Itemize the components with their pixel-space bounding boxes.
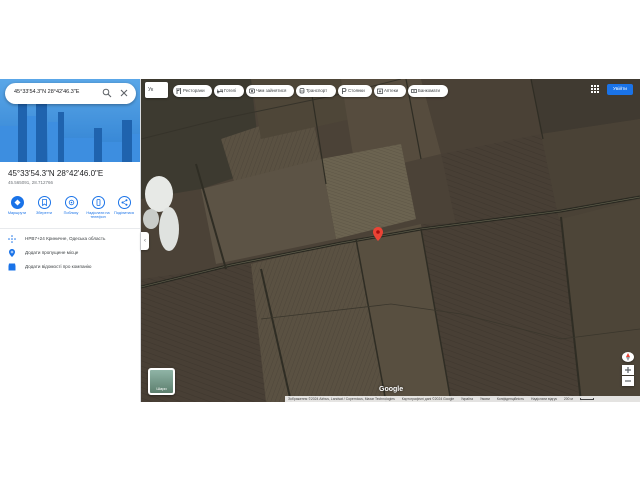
plus-code-icon [8, 235, 16, 243]
search-box[interactable]: 45°33'54.3"N 28°42'46.3"E [5, 83, 136, 104]
search-icon[interactable] [102, 88, 112, 98]
map-controls [622, 352, 634, 388]
transit-icon [299, 88, 305, 94]
chip-label: Готелі [224, 88, 237, 93]
chip-label: Аптеки [384, 88, 399, 93]
scale-bar [579, 398, 594, 401]
satellite-map[interactable] [141, 79, 640, 402]
chip-things-to-do[interactable]: Чим зайнятися [246, 85, 294, 97]
chip-label: Ресторани [183, 88, 205, 93]
action-label: Зберегти [35, 211, 52, 215]
hotel-icon [217, 89, 223, 94]
layers-label: Шари [156, 386, 167, 391]
share-button[interactable]: Поділитися [111, 196, 137, 215]
nearby-icon [68, 199, 74, 206]
save-button[interactable]: Зберегти [31, 196, 57, 215]
info-text: Додати відомості про компанію [25, 264, 92, 269]
collapse-panel-button[interactable]: ‹ [141, 232, 149, 250]
action-label: Поблизу [63, 211, 79, 215]
layers-button[interactable]: Шари [148, 368, 175, 395]
chip-pharmacies[interactable]: Аптеки [374, 85, 406, 97]
imagery-credit: Зображення ©2024 Airbus, Landsat / Coper… [288, 397, 395, 401]
terms-link[interactable]: Умови [480, 397, 490, 401]
chip-hotels[interactable]: Готелі [214, 85, 244, 97]
info-row-add-place[interactable]: Додати пропущене місце [8, 249, 138, 259]
directions-icon [14, 199, 20, 206]
share-icon [121, 199, 127, 206]
compass-button[interactable] [622, 352, 634, 362]
satellite-imagery [141, 79, 640, 402]
region-link[interactable]: Україна [461, 397, 473, 401]
sign-in-button[interactable]: Увійти [607, 84, 633, 95]
chip-label: Транспорт [306, 88, 328, 93]
info-row-plus-code[interactable]: HPB7+24 Криничне, Одеська область [8, 235, 138, 245]
chip-atms[interactable]: Банкомати [408, 85, 448, 97]
plus-icon [625, 367, 631, 373]
zoom-in-button[interactable] [622, 365, 634, 375]
info-text: HPB7+24 Криничне, Одеська область [25, 236, 106, 241]
nearby-button[interactable]: Поблизу [58, 196, 84, 215]
place-title: 45°33'54.3"N 28°42'46.0"E [8, 169, 104, 178]
location-pin-icon[interactable] [373, 227, 383, 241]
compass-icon [626, 353, 630, 361]
chip-label: Чим зайнятися [256, 88, 287, 93]
place-decimal-coords: 45.565091, 28.712766 [8, 180, 54, 185]
scale-label: 200 м [563, 397, 573, 401]
apps-grid-icon[interactable] [590, 84, 600, 94]
maps-window: Ук Ресторани Готелі Чим зайнятися Трансп… [0, 0, 640, 480]
chevron-left-icon: ‹ [144, 238, 146, 244]
add-business-icon [8, 263, 16, 271]
chip-label: Стоянки [348, 88, 365, 93]
action-buttons: Маршрути Зберегти Поблизу Надіслати на т… [4, 196, 136, 224]
add-place-icon [9, 249, 15, 257]
divider [0, 228, 140, 229]
place-panel: 45°33'54.3"N 28°42'46.3"E 45°33'54.3"N 2… [0, 79, 141, 402]
pharmacy-icon [377, 88, 383, 94]
feedback-link[interactable]: Надіслати відгук [531, 397, 557, 401]
privacy-link[interactable]: Конфіденційність [497, 397, 524, 401]
action-label: Маршрути [7, 211, 27, 215]
chip-label: Банкомати [418, 88, 440, 93]
info-text: Додати пропущене місце [25, 250, 79, 255]
atm-icon [411, 89, 417, 93]
attractions-icon [249, 88, 255, 94]
chip-transit[interactable]: Транспорт [296, 85, 336, 97]
restaurant-icon [176, 88, 181, 94]
zoom-out-button[interactable] [622, 376, 634, 386]
search-input[interactable]: 45°33'54.3"N 28°42'46.3"E [14, 89, 79, 95]
parking-icon [342, 88, 347, 94]
close-icon[interactable] [119, 88, 129, 98]
bookmark-icon [41, 199, 47, 206]
google-logo: Google [379, 386, 404, 393]
info-row-add-business[interactable]: Додати відомості про компанію [8, 263, 138, 273]
map-footer: Зображення ©2024 Airbus, Landsat / Coper… [285, 396, 640, 402]
chip-parking[interactable]: Стоянки [338, 85, 372, 97]
chip-restaurants[interactable]: Ресторани [173, 85, 212, 97]
action-label: Надіслати на телефон [86, 211, 110, 220]
send-to-phone-button[interactable]: Надіслати на телефон [85, 196, 111, 219]
action-label: Поділитися [114, 211, 134, 215]
phone-icon [96, 199, 100, 206]
map-context-chip[interactable]: Ук [145, 82, 168, 98]
directions-button[interactable]: Маршрути [4, 196, 30, 215]
map-data-credit: Картографічні дані ©2024 Google [401, 397, 455, 401]
minus-icon [625, 380, 631, 382]
